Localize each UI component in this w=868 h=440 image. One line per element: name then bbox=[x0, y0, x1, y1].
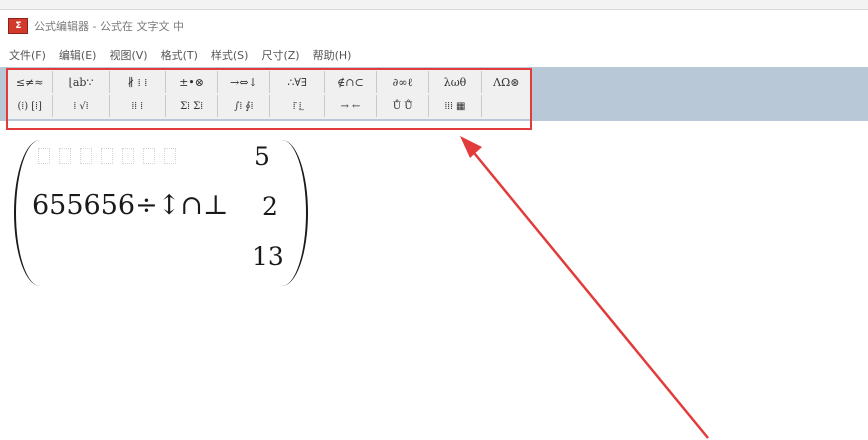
menu-size[interactable]: 尺寸(Z) bbox=[261, 47, 299, 63]
menu-style[interactable]: 样式(S) bbox=[211, 47, 249, 63]
formula-editor-icon: Σ bbox=[8, 18, 28, 34]
menu-format[interactable]: 格式(T) bbox=[161, 47, 198, 63]
menu-edit[interactable]: 编辑(E) bbox=[59, 47, 97, 63]
matrix-cell-bottom-right[interactable]: 13 bbox=[252, 242, 284, 271]
empty-slot[interactable] bbox=[164, 148, 176, 164]
matrix-empty-slots bbox=[38, 148, 176, 164]
matrix-cell-middle[interactable]: 655656÷↕∩⊥ bbox=[32, 190, 228, 221]
window-title: 公式编辑器 - 公式在 文字文 中 bbox=[34, 20, 184, 33]
window-top-border bbox=[0, 0, 868, 10]
menu-bar: 文件(F) 编辑(E) 视图(V) 格式(T) 样式(S) 尺寸(Z) 帮助(H… bbox=[0, 44, 868, 66]
title-bar: Σ 公式编辑器 - 公式在 文字文 中 bbox=[0, 10, 868, 42]
toolbar-highlight-annotation bbox=[6, 68, 532, 130]
empty-slot[interactable] bbox=[143, 148, 155, 164]
matrix-cell-middle-right[interactable]: 2 bbox=[262, 192, 278, 221]
empty-slot[interactable] bbox=[122, 148, 134, 164]
menu-view[interactable]: 视图(V) bbox=[109, 47, 147, 63]
menu-help[interactable]: 帮助(H) bbox=[313, 47, 352, 63]
matrix-cell-top-right[interactable]: 5 bbox=[254, 142, 270, 171]
empty-slot[interactable] bbox=[101, 148, 113, 164]
equation-editing-area[interactable] bbox=[0, 130, 868, 440]
empty-slot[interactable] bbox=[80, 148, 92, 164]
menu-file[interactable]: 文件(F) bbox=[9, 47, 46, 63]
empty-slot[interactable] bbox=[59, 148, 71, 164]
